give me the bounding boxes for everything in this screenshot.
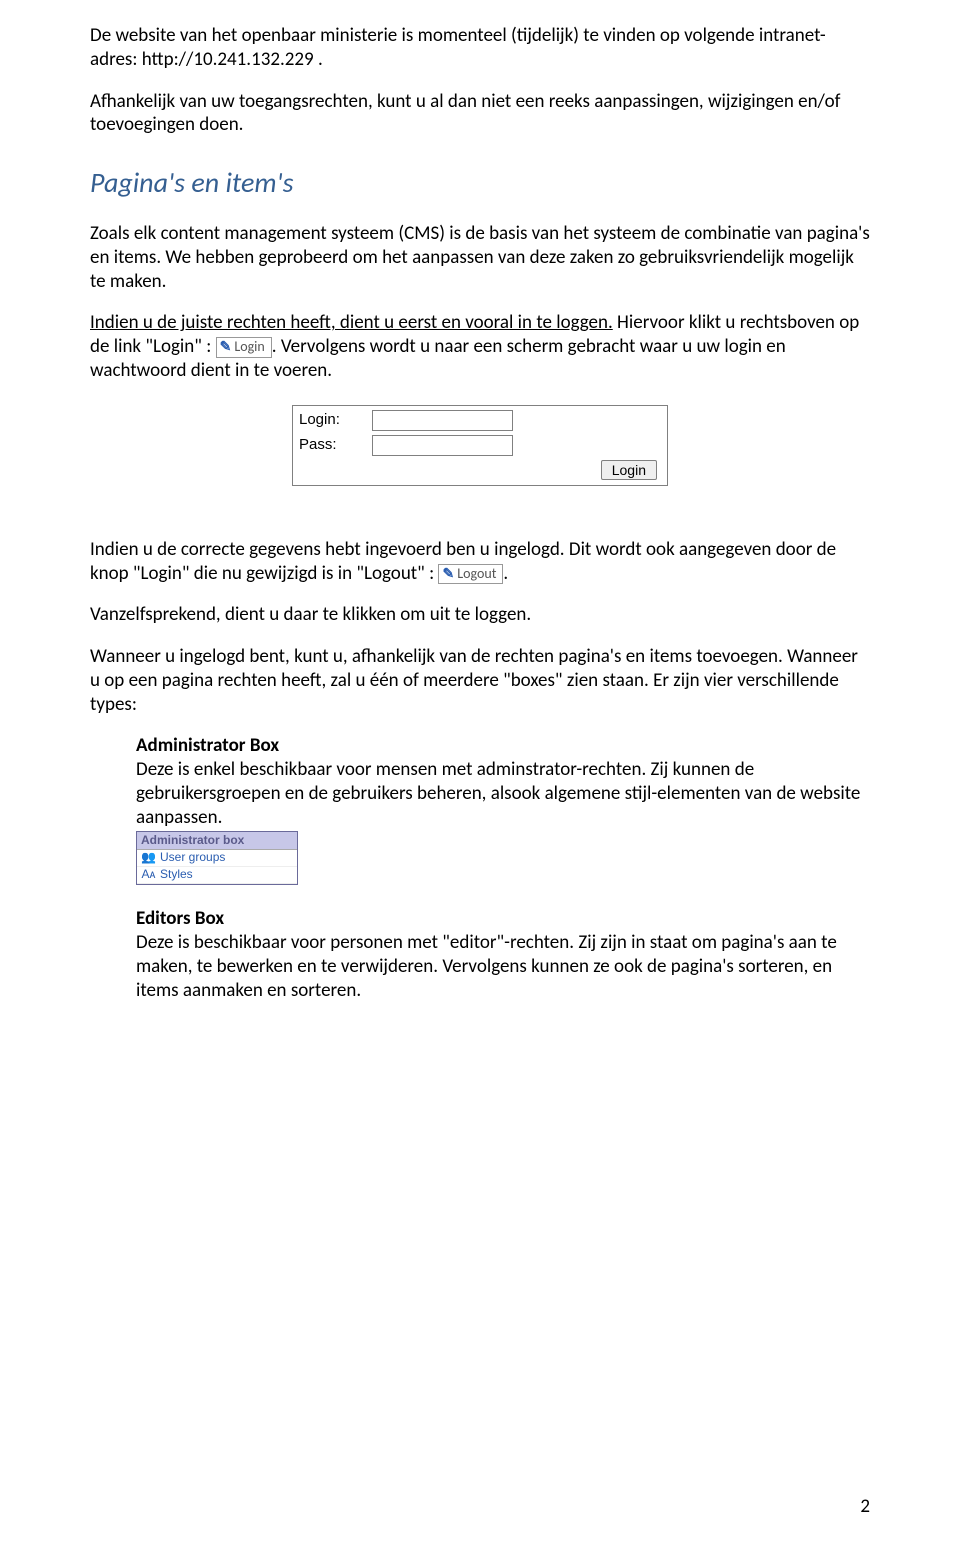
styles-icon: Aᴀ <box>141 867 156 882</box>
login-form-screenshot: Login: Pass: Login <box>292 405 668 486</box>
admin-box-section: Administrator Box Deze is enkel beschikb… <box>136 734 870 885</box>
pass-label: Pass: <box>295 433 368 458</box>
admin-box-title: Administrator Box <box>136 734 279 757</box>
intranet-url: http://10.241.132.229 <box>142 48 314 71</box>
login-label: Login <box>234 338 264 355</box>
admin-box-row-styles: Aᴀ Styles <box>137 867 297 884</box>
admin-box-screenshot: Administrator box 👥 User groups Aᴀ Style… <box>136 831 298 885</box>
pen-icon: ✎ <box>442 565 454 582</box>
editors-box-section: Editors Box Deze is beschikbaar voor per… <box>136 907 870 1002</box>
text: . <box>314 48 323 71</box>
editors-box-desc: Deze is beschikbaar voor personen met "e… <box>136 931 837 1002</box>
admin-box-desc: Deze is enkel beschikbaar voor mensen me… <box>136 758 860 829</box>
paragraph-logout: Vanzelfsprekend, dient u daar te klikken… <box>90 603 870 627</box>
login-input[interactable] <box>372 410 513 431</box>
user-groups-icon: 👥 <box>141 850 156 865</box>
login-submit-button[interactable]: Login <box>601 460 657 480</box>
paragraph-intro: De website van het openbaar ministerie i… <box>90 24 870 72</box>
admin-box-row2-label: Styles <box>160 867 193 882</box>
admin-box-row-usergroups: 👥 User groups <box>137 850 297 867</box>
paragraph-boxes-intro: Wanneer u ingelogd bent, kunt u, afhanke… <box>90 645 870 716</box>
paragraph-rights: Afhankelijk van uw toegangsrechten, kunt… <box>90 90 870 138</box>
login-label: Login: <box>295 408 368 433</box>
text-underline: Indien u de juiste rechten heeft, dient … <box>90 311 613 334</box>
login-button-image: ✎Login <box>216 337 272 357</box>
admin-box-row1-label: User groups <box>160 850 225 865</box>
admin-box-header: Administrator box <box>137 832 297 850</box>
login-form-table: Login: Pass: Login <box>295 408 665 483</box>
logout-button-image: ✎Logout <box>438 564 503 584</box>
paragraph-cms: Zoals elk content management systeem (CM… <box>90 222 870 293</box>
page-number: 2 <box>860 1495 870 1519</box>
pass-input[interactable] <box>372 435 513 456</box>
paragraph-loggedin: Indien u de correcte gegevens hebt ingev… <box>90 538 870 586</box>
paragraph-login-instruction: Indien u de juiste rechten heeft, dient … <box>90 311 870 382</box>
text: . <box>503 562 508 585</box>
section-heading-paginas-items: Pagina's en item's <box>90 165 870 200</box>
logout-label: Logout <box>457 565 496 582</box>
pen-icon: ✎ <box>220 338 232 355</box>
editors-box-title: Editors Box <box>136 907 224 930</box>
